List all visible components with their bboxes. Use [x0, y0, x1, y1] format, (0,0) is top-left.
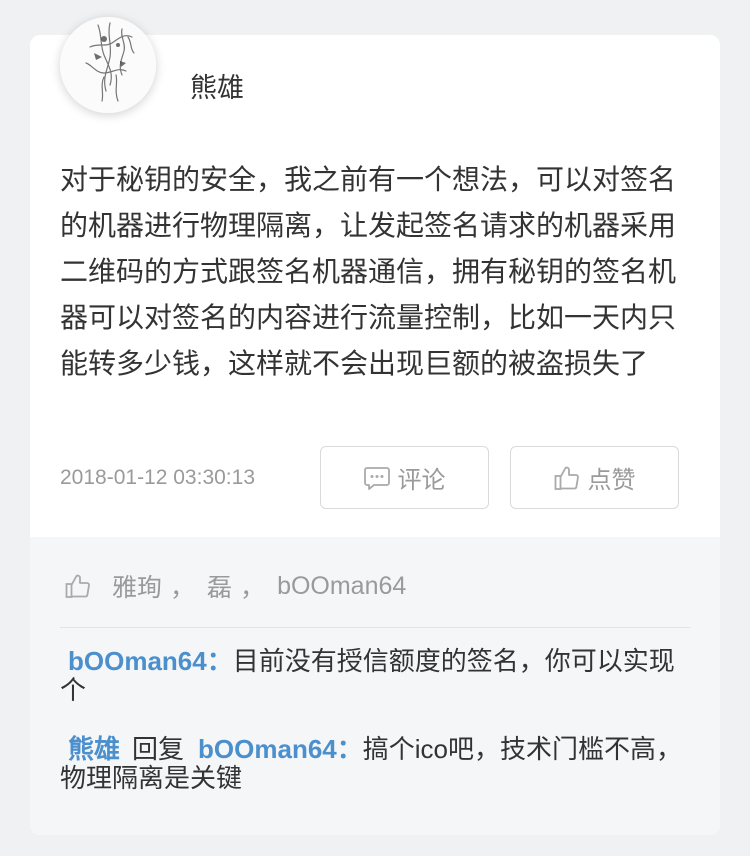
thumbs-up-icon	[554, 465, 580, 491]
comment-author[interactable]: 熊雄	[68, 734, 120, 764]
likes-row: 雅珣 ， 磊 ， bOOman64	[65, 569, 406, 603]
comment-author[interactable]: bOOman64	[68, 646, 207, 676]
thumbs-up-icon	[65, 573, 91, 599]
like-button[interactable]: 点赞	[510, 446, 679, 509]
interaction-section: 雅珣 ， 磊 ， bOOman64 bOOman64：目前没有授信额度的签名，你可以实现…	[30, 537, 720, 835]
comment-button[interactable]: 评论	[320, 446, 489, 509]
liker-name[interactable]: bOOman64	[277, 572, 406, 601]
post-timestamp: 2018-01-12 03:30:13	[60, 466, 255, 489]
divider	[60, 627, 690, 628]
comment-list: bOOman64：目前没有授信额度的签名，你可以实现个 熊雄 回复 bOOman64…	[60, 647, 690, 793]
like-button-label: 点赞	[587, 467, 636, 494]
post-content: 对于秘钥的安全，我之前有一个想法，可以对签名的机器进行物理隔离，让发起签名请求的…	[60, 164, 677, 379]
comment-colon: ：	[336, 734, 363, 764]
reply-target[interactable]: bOOman64	[198, 734, 337, 764]
liker-name[interactable]: 雅珣	[112, 568, 162, 604]
liker-name[interactable]: 磊	[207, 568, 232, 604]
post-card: 熊雄 对于秘钥的安全，我之前有一个想法，可以对签名的机器进行物理隔离，让发起签名…	[30, 17, 720, 835]
comment-button-label: 评论	[397, 467, 446, 494]
comment-item[interactable]: bOOman64：目前没有授信额度的签名，你可以实现个	[60, 647, 690, 705]
avatar[interactable]	[60, 17, 156, 113]
author-name[interactable]: 熊雄	[190, 72, 244, 104]
comment-colon: ：	[206, 646, 233, 676]
comment-item[interactable]: 熊雄 回复 bOOman64：搞个ico吧，技术门槛不高，物理隔离是关键	[60, 735, 690, 793]
liker-separator: ，	[240, 574, 266, 602]
reply-label: 回复	[132, 734, 185, 764]
liker-separator: ，	[170, 574, 196, 602]
comment-icon	[363, 466, 390, 490]
